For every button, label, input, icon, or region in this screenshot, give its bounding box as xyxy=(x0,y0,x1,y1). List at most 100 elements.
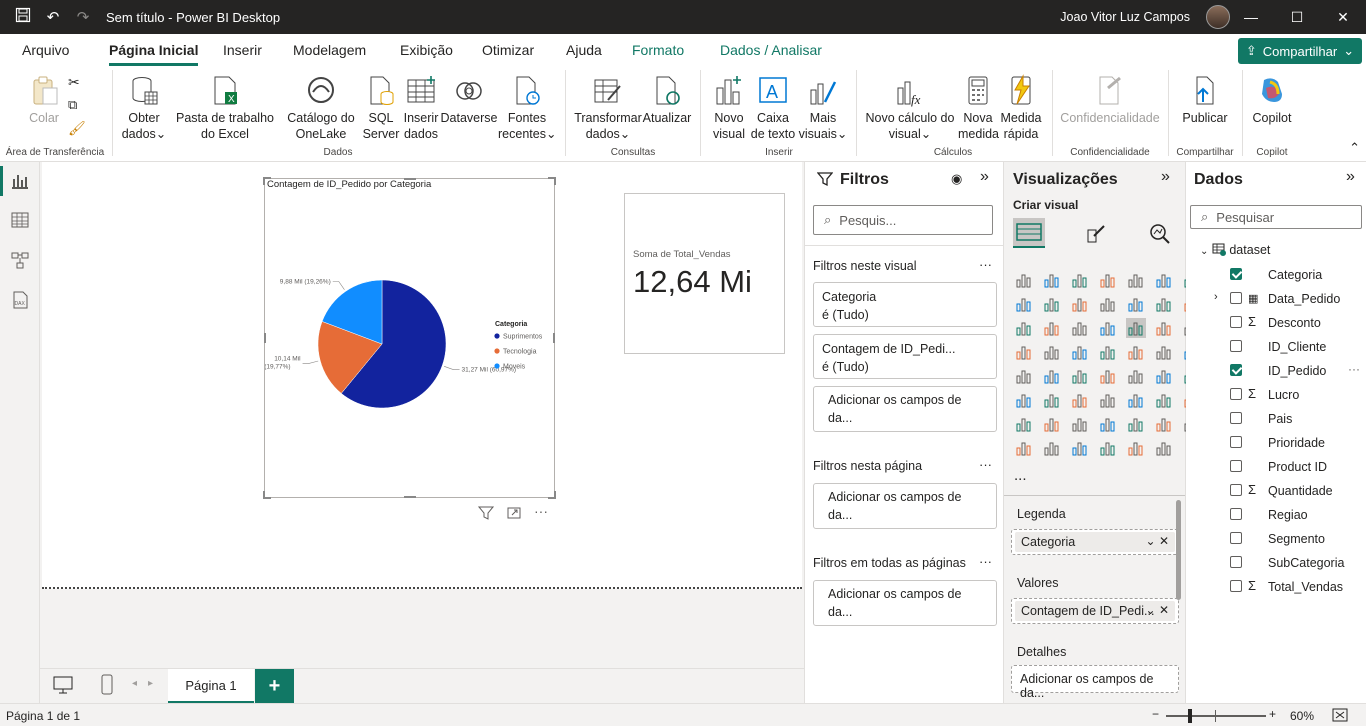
visual-type-icon[interactable] xyxy=(1014,438,1034,458)
focus-mode-icon[interactable] xyxy=(506,505,522,523)
visual-type-icon[interactable] xyxy=(1014,366,1034,386)
field-checkbox[interactable] xyxy=(1230,412,1242,424)
eye-icon[interactable]: ◉ xyxy=(951,171,962,187)
transform-data-button[interactable]: Transformar dados⌄ xyxy=(574,74,642,142)
collapse-data-icon[interactable]: » xyxy=(1346,168,1355,186)
dataverse-button[interactable]: Dataverse xyxy=(440,74,498,126)
visual-type-icon[interactable] xyxy=(1154,414,1174,434)
desktop-layout-icon[interactable] xyxy=(52,675,74,698)
field-checkbox[interactable] xyxy=(1230,556,1242,568)
tab-inserir[interactable]: Inserir xyxy=(223,42,262,58)
visual-type-icon[interactable] xyxy=(1070,390,1090,410)
previous-page-icon[interactable]: ◂ xyxy=(132,678,137,689)
remove-icon[interactable]: ✕ xyxy=(1159,603,1169,617)
more-visuals-button[interactable]: Mais visuais⌄ xyxy=(796,74,850,142)
visual-type-icon[interactable] xyxy=(1014,318,1034,338)
report-page[interactable]: Contagem de ID_Pedido por Categoria 31,2… xyxy=(42,162,802,589)
chevron-down-icon[interactable]: ⌄ ✕ xyxy=(1146,603,1169,617)
details-well[interactable]: Adicionar os campos de da... xyxy=(1011,665,1179,700)
visual-type-icon[interactable] xyxy=(1042,390,1062,410)
visual-type-icon[interactable] xyxy=(1154,438,1174,458)
field-item[interactable]: Pais xyxy=(1186,407,1366,431)
more-options-icon[interactable]: ··· xyxy=(979,554,992,569)
visual-type-icon[interactable] xyxy=(1154,366,1174,386)
mobile-layout-icon[interactable] xyxy=(100,674,114,699)
new-visual-button[interactable]: Novo visual xyxy=(708,74,750,142)
more-visuals-ellipsis[interactable]: ... xyxy=(1014,467,1027,484)
field-item[interactable]: Product ID xyxy=(1186,455,1366,479)
field-item[interactable]: Σ Total_Vendas xyxy=(1186,575,1366,599)
more-options-icon[interactable]: ··· xyxy=(979,457,992,472)
field-item[interactable]: Prioridade xyxy=(1186,431,1366,455)
field-item[interactable]: ID_Pedido xyxy=(1186,359,1366,383)
dax-query-view-icon[interactable]: DAX xyxy=(10,290,30,310)
paste-button[interactable]: Colar xyxy=(22,74,66,126)
visual-type-icon[interactable] xyxy=(1070,270,1090,290)
add-all-pages-filter-well[interactable]: Adicionar os campos de da... xyxy=(813,580,997,626)
excel-workbook-button[interactable]: X Pasta de trabalho do Excel xyxy=(170,74,280,142)
get-data-button[interactable]: Obter dados⌄ xyxy=(118,74,170,142)
visual-type-icon[interactable] xyxy=(1098,438,1118,458)
text-box-button[interactable]: A Caixa de texto xyxy=(750,74,796,142)
field-item[interactable]: Σ Lucro xyxy=(1186,383,1366,407)
undo-icon[interactable]: ↶ xyxy=(38,8,68,26)
filter-card-contagem[interactable]: Contagem de ID_Pedi... é (Tudo) xyxy=(813,334,997,379)
collapse-visualizations-icon[interactable]: » xyxy=(1161,168,1170,186)
field-item[interactable]: ID_Cliente xyxy=(1186,335,1366,359)
field-item[interactable]: Σ Desconto xyxy=(1186,311,1366,335)
zoom-slider-thumb[interactable] xyxy=(1188,709,1192,723)
field-checkbox[interactable] xyxy=(1230,340,1242,352)
minimize-icon[interactable]: — xyxy=(1228,0,1274,34)
copilot-button[interactable]: Copilot xyxy=(1248,74,1296,126)
refresh-button[interactable]: Atualizar xyxy=(642,74,692,126)
visual-type-icon[interactable] xyxy=(1154,342,1174,362)
collapse-filters-icon[interactable]: » xyxy=(980,168,989,186)
visual-type-icon[interactable] xyxy=(1154,318,1174,338)
user-name[interactable]: Joao Vitor Luz Campos xyxy=(1060,10,1190,24)
field-checkbox[interactable] xyxy=(1230,268,1242,280)
sql-server-button[interactable]: SQL Server xyxy=(360,74,402,142)
visual-type-icon[interactable] xyxy=(1154,270,1174,290)
cut-icon[interactable]: ✂ xyxy=(68,74,80,91)
visual-type-icon[interactable] xyxy=(1042,342,1062,362)
filter-icon[interactable] xyxy=(477,505,495,523)
field-item[interactable]: Segmento xyxy=(1186,527,1366,551)
redo-icon[interactable]: ↷ xyxy=(68,8,98,26)
visual-type-icon[interactable] xyxy=(1098,294,1118,314)
values-field-pill[interactable]: Contagem de ID_Pedi... ⌄ ✕ xyxy=(1015,601,1175,621)
resize-handle[interactable] xyxy=(554,491,556,499)
visual-type-icon[interactable] xyxy=(1070,366,1090,386)
chevron-down-icon[interactable]: ⌄ ✕ xyxy=(1146,534,1169,548)
chevron-down-icon[interactable]: ⌄ xyxy=(1200,246,1208,257)
visual-type-icon[interactable] xyxy=(1126,390,1146,410)
publish-button[interactable]: Publicar xyxy=(1174,74,1236,126)
visual-type-icon[interactable] xyxy=(1126,270,1146,290)
format-painter-icon[interactable]: 🖌 xyxy=(68,120,86,137)
field-item[interactable]: Σ Quantidade xyxy=(1186,479,1366,503)
visual-type-icon[interactable] xyxy=(1042,270,1062,290)
filters-search-box[interactable]: ⌕ Pesquis... xyxy=(813,205,993,235)
chevron-right-icon[interactable]: › xyxy=(1214,291,1218,303)
legend-entry[interactable]: Suprimentos xyxy=(503,334,543,341)
more-options-icon[interactable]: ··· xyxy=(979,257,992,272)
tab-modelagem[interactable]: Modelagem xyxy=(293,42,366,58)
sensitivity-button[interactable]: Confidencialidade xyxy=(1058,74,1162,126)
visual-type-icon[interactable] xyxy=(1098,270,1118,290)
field-checkbox[interactable] xyxy=(1230,532,1242,544)
visual-type-icon[interactable] xyxy=(1126,414,1146,434)
fit-to-page-icon[interactable] xyxy=(1332,707,1348,726)
more-options-icon[interactable]: ··· xyxy=(534,504,548,523)
visual-type-icon[interactable] xyxy=(1098,390,1118,410)
copy-icon[interactable]: ⧉ xyxy=(68,97,77,113)
visual-type-icon[interactable] xyxy=(1014,270,1034,290)
remove-icon[interactable]: ✕ xyxy=(1159,534,1169,548)
visual-type-icon[interactable] xyxy=(1042,318,1062,338)
legend-entry[interactable]: Moveis xyxy=(503,364,526,371)
visual-type-icon[interactable] xyxy=(1098,414,1118,434)
visual-type-icon[interactable] xyxy=(1042,414,1062,434)
field-item[interactable]: SubCategoria xyxy=(1186,551,1366,575)
quick-measure-button[interactable]: Medida rápida xyxy=(998,74,1044,142)
enter-data-button[interactable]: Inserir dados xyxy=(402,74,440,142)
tab-ajuda[interactable]: Ajuda xyxy=(566,42,602,58)
field-checkbox[interactable] xyxy=(1230,388,1242,400)
